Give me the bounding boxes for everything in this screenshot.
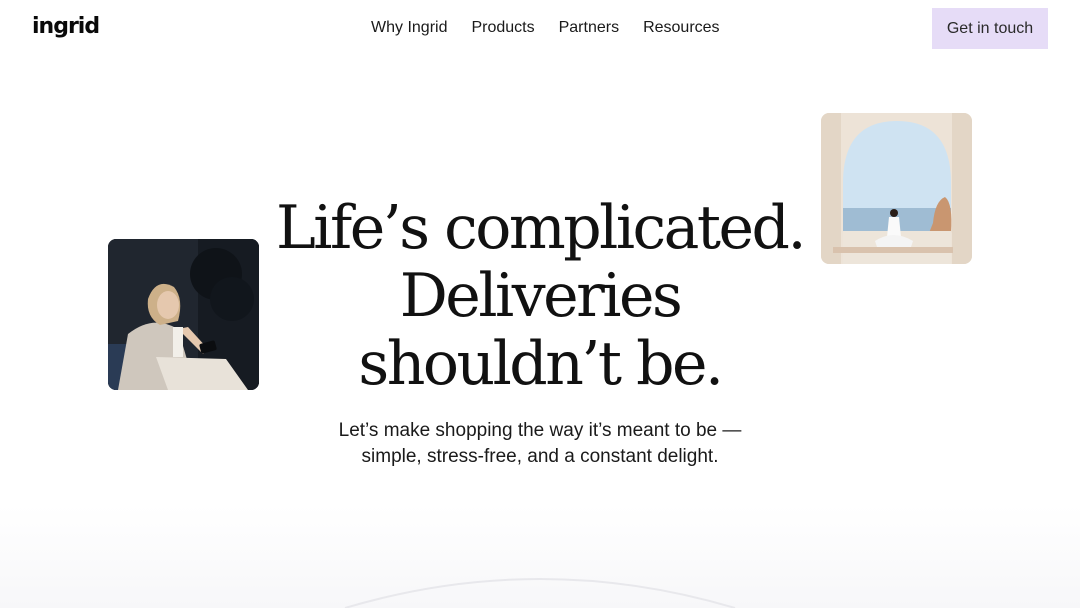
woman-with-phone-image bbox=[108, 239, 259, 390]
headline-line-2: Deliveries bbox=[399, 261, 683, 331]
subheading-line-1: Let’s make shopping the way it’s meant t… bbox=[338, 420, 742, 441]
yoga-arch-image bbox=[821, 113, 972, 264]
woman-with-phone-illustration bbox=[108, 239, 259, 390]
headline-line-1: Life’s complicated. bbox=[275, 193, 807, 263]
nav-link-products[interactable]: Products bbox=[471, 19, 534, 37]
subheading-line-2: simple, stress-free, and a constant deli… bbox=[361, 446, 719, 467]
main-menu: Why Ingrid Products Partners Resources bbox=[371, 19, 720, 37]
hero-subheading: Let’s make shopping the way it’s meant t… bbox=[290, 418, 790, 470]
yoga-arch-illustration bbox=[821, 113, 972, 264]
hero-headline: Life’s complicated. Deliveries shouldn’t… bbox=[240, 194, 840, 398]
next-section-preview bbox=[0, 505, 1080, 608]
get-in-touch-button[interactable]: Get in touch bbox=[932, 8, 1048, 49]
nav-link-partners[interactable]: Partners bbox=[559, 19, 619, 37]
headline-line-3: shouldn’t be. bbox=[358, 329, 724, 399]
nav-link-why-ingrid[interactable]: Why Ingrid bbox=[371, 19, 447, 37]
decorative-arc bbox=[344, 578, 736, 608]
nav-link-resources[interactable]: Resources bbox=[643, 19, 719, 37]
top-navigation: ingrid Why Ingrid Products Partners Reso… bbox=[0, 0, 1080, 58]
ingrid-logo[interactable]: ingrid bbox=[32, 14, 100, 39]
